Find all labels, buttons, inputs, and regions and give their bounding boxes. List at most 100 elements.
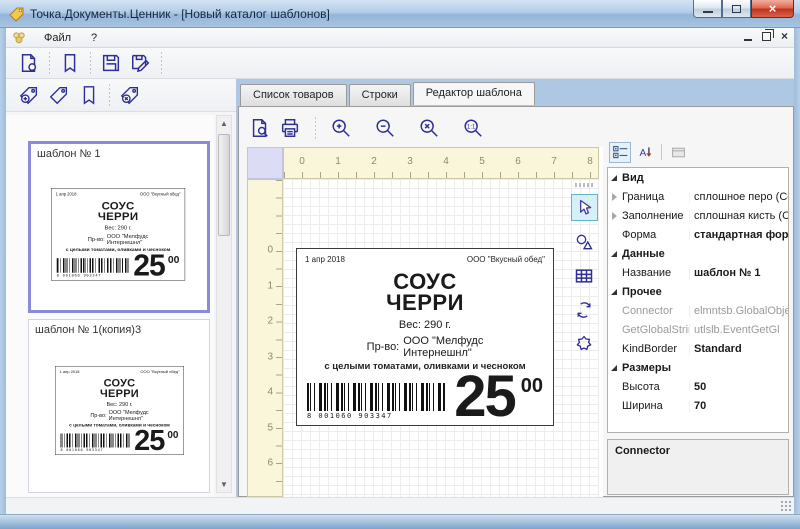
label-date: 1 апр 2018: [60, 370, 80, 375]
maximize-icon: [732, 5, 741, 13]
ruler-number: 4: [443, 156, 449, 167]
template-toolbar: [6, 79, 236, 112]
ruler-number: 3: [407, 156, 413, 167]
sort-alphabetical-icon[interactable]: A: [634, 142, 656, 163]
property-row[interactable]: KindBorderStandard: [608, 339, 788, 358]
label-company: ООО "Вкусный обед": [140, 192, 181, 197]
ruler-number: 6: [267, 458, 273, 469]
ruler-number: 1: [267, 280, 273, 291]
template-item-2[interactable]: шаблон № 1(копия)3 1 апр 2018 ООО "Вкусн…: [28, 319, 210, 493]
shapes-tool-button[interactable]: [571, 228, 598, 255]
barcode-digits: 8 001060 903347: [61, 448, 131, 452]
property-row[interactable]: Connectorelmntsb.GlobalObject: [608, 301, 788, 320]
custom-shape-tool-button[interactable]: [571, 330, 598, 357]
label-price: 25 00: [133, 251, 179, 280]
categorized-icon[interactable]: [609, 142, 631, 163]
status-bar: [6, 497, 794, 514]
zoom-100-button[interactable]: 1:1: [458, 115, 488, 142]
category-row[interactable]: Вид: [608, 168, 788, 187]
save-as-button[interactable]: [126, 50, 156, 77]
zoom-fit-button[interactable]: [414, 115, 444, 142]
property-row[interactable]: Высота50: [608, 377, 788, 396]
label-product-name: СОУС ЧЕРРИ: [56, 378, 184, 399]
barcode-digits: 8 001060 903347: [57, 273, 130, 277]
ruler-number: 5: [479, 156, 485, 167]
mdi-close-icon[interactable]: ×: [781, 31, 788, 41]
app-icon: [9, 6, 25, 22]
zoom-in-button[interactable]: [326, 115, 356, 142]
barcode: 8 001060 903347: [57, 258, 130, 277]
delete-template-button[interactable]: [115, 82, 145, 109]
category-row[interactable]: Прочее: [608, 282, 788, 301]
price-label[interactable]: 1 апр 2018 ООО "Вкусный обед" СОУС ЧЕРРИ…: [296, 248, 554, 426]
print-button[interactable]: [275, 115, 305, 142]
close-button[interactable]: ×: [751, 0, 794, 18]
tab-rows[interactable]: Строки: [349, 84, 411, 107]
category-row[interactable]: Размеры: [608, 358, 788, 377]
editor-page: 1:1 012345678 0123456 1 апр 2018 ООО "Вк…: [238, 106, 794, 497]
editor-toolbar: 1:1: [245, 111, 488, 145]
zoom-100-label: 1:1: [467, 124, 476, 130]
barcode: 8 001060 903347: [307, 383, 447, 420]
table-tool-button[interactable]: [571, 262, 598, 289]
tab-product-list[interactable]: Список товаров: [240, 84, 347, 107]
menu-help[interactable]: ?: [81, 30, 107, 46]
app-menu-icon[interactable]: [12, 31, 26, 45]
resize-grip[interactable]: [780, 500, 792, 512]
label-weight: Вес: 290 г.: [56, 402, 184, 408]
template-item-1[interactable]: шаблон № 1 1 апр 2018 ООО "Вкусный обед"…: [28, 141, 210, 313]
property-row[interactable]: Заполнениесплошная кисть (Co: [608, 206, 788, 225]
barcode-bars: [57, 258, 129, 273]
price-label[interactable]: 1 апр 2018 ООО "Вкусный обед" СОУС ЧЕРРИ…: [55, 366, 184, 455]
property-row[interactable]: Названиешаблон № 1: [608, 263, 788, 282]
category-row[interactable]: Данные: [608, 244, 788, 263]
ruler-number: 7: [551, 156, 557, 167]
app-window: Точка.Документы.Ценник - [Новый каталог …: [0, 0, 800, 529]
template-preview-2[interactable]: 1 апр 2018 ООО "Вкусный обед" СОУС ЧЕРРИ…: [55, 366, 184, 455]
rotate-tool-button[interactable]: [571, 296, 598, 323]
template-list-scrollbar[interactable]: ▲ ▼: [216, 115, 232, 493]
label-company: ООО "Вкусный обед": [467, 255, 545, 264]
template-preview-1[interactable]: 1 апр 2018 ООО "Вкусный обед" СОУС ЧЕРРИ…: [51, 188, 185, 281]
property-row[interactable]: Формастандартная фор: [608, 225, 788, 244]
menu-bar: Файл ? ×: [6, 28, 794, 48]
label-date: 1 апр 2018: [56, 192, 77, 197]
scroll-up-icon[interactable]: ▲: [217, 116, 231, 131]
property-row[interactable]: Границасплошное перо (Colo: [608, 187, 788, 206]
ruler-number: 1: [335, 156, 341, 167]
tab-template-editor[interactable]: Редактор шаблона: [413, 82, 535, 105]
mdi-minimize-icon[interactable]: [744, 39, 752, 41]
new-catalog-button[interactable]: [14, 50, 44, 77]
pointer-tool-button[interactable]: [571, 194, 598, 221]
open-catalog-button[interactable]: [55, 50, 85, 77]
add-template-button[interactable]: [14, 82, 44, 109]
ruler-number: 0: [299, 156, 305, 167]
new-template-page-button[interactable]: [74, 82, 104, 109]
ruler-number: 6: [515, 156, 521, 167]
copy-template-button[interactable]: [44, 82, 74, 109]
price-label[interactable]: 1 апр 2018 ООО "Вкусный обед" СОУС ЧЕРРИ…: [51, 188, 185, 281]
preview-button[interactable]: [245, 115, 275, 142]
close-icon: ×: [769, 1, 777, 16]
main-toolbar: [6, 48, 794, 79]
save-button[interactable]: [96, 50, 126, 77]
property-row[interactable]: Ширина70: [608, 396, 788, 415]
window-title: Точка.Документы.Ценник - [Новый каталог …: [30, 7, 330, 21]
barcode-bars: [307, 383, 445, 411]
scroll-down-icon[interactable]: ▼: [217, 477, 231, 492]
maximize-button[interactable]: [722, 0, 751, 18]
title-bar[interactable]: Точка.Документы.Ценник - [Новый каталог …: [0, 0, 800, 28]
zoom-out-button[interactable]: [370, 115, 400, 142]
scrollbar-thumb[interactable]: [218, 134, 230, 236]
mdi-restore-icon[interactable]: [762, 32, 771, 41]
menu-file[interactable]: Файл: [34, 30, 81, 46]
canvas[interactable]: 1 апр 2018 ООО "Вкусный обед" СОУС ЧЕРРИ…: [283, 179, 599, 497]
property-row[interactable]: GetGlobalStrinutlslb.EventGetGl: [608, 320, 788, 339]
label-producer: Пр-во: ООО "МелфудсИнтернешнл": [56, 410, 184, 422]
label-date: 1 апр 2018: [305, 255, 345, 264]
property-description: Connector: [607, 439, 789, 495]
svg-text:A: A: [639, 147, 646, 158]
minimize-button[interactable]: [693, 0, 722, 18]
ruler-number: 4: [267, 387, 273, 398]
toolstrip-grip[interactable]: [575, 183, 593, 187]
